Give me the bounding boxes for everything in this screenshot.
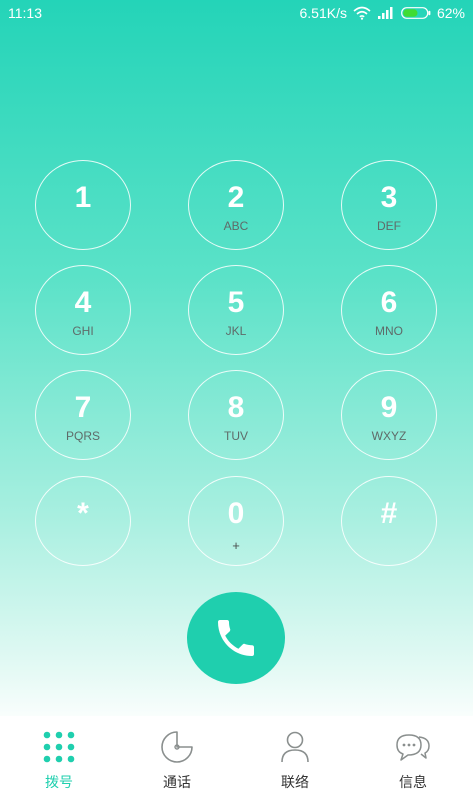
key-digit: 7 (74, 391, 92, 424)
dialer-screen: 11:13 6.51K/s 62% 1 2 ABC 3 DEF 4 GHI 5 … (0, 0, 473, 793)
network-speed: 6.51K/s (299, 5, 347, 21)
call-button[interactable] (187, 592, 285, 684)
contacts-icon (281, 731, 309, 763)
key-letters: PQRS (65, 429, 100, 443)
key-letters: GHI (72, 324, 94, 338)
key-digit: 8 (227, 391, 245, 424)
dial-key-7[interactable]: 7 PQRS (35, 370, 131, 460)
battery-percent: 62% (436, 5, 465, 21)
messages-icon (396, 734, 430, 761)
key-letters: DEF (377, 219, 401, 233)
key-digit: 6 (380, 286, 398, 319)
key-digit: 5 (227, 286, 245, 319)
key-letters: ABC (223, 219, 249, 233)
key-letters: MNO (375, 324, 403, 338)
dialpad-icon (43, 731, 75, 763)
nav-dialpad[interactable]: 拨号 (0, 716, 118, 793)
bottom-nav: 拨号 通话 联络 信息 (0, 716, 473, 793)
nav-messages[interactable]: 信息 (354, 716, 472, 793)
nav-contacts[interactable]: 联络 (236, 716, 354, 793)
wifi-icon (353, 6, 371, 20)
nav-label-call-log: 通话 (163, 775, 191, 791)
key-digit: 0 (227, 497, 245, 530)
key-digit: 9 (380, 391, 398, 424)
phone-icon (218, 620, 254, 656)
key-digit: 2 (227, 181, 245, 214)
dial-key-8[interactable]: 8 TUV (188, 370, 284, 460)
status-bar: 11:13 6.51K/s 62% (0, 0, 473, 26)
nav-call-log[interactable]: 通话 (118, 716, 236, 793)
key-digit: # (380, 497, 398, 530)
nav-label-messages: 信息 (399, 775, 427, 791)
dial-key-star[interactable]: * (35, 476, 131, 566)
key-digit: * (77, 497, 89, 530)
dial-key-4[interactable]: 4 GHI (35, 265, 131, 355)
battery-icon (401, 7, 431, 19)
key-digit: 1 (74, 181, 92, 214)
dial-key-hash[interactable]: # (341, 476, 437, 566)
dial-key-5[interactable]: 5 JKL (188, 265, 284, 355)
key-letters: TUV (224, 429, 248, 443)
status-indicators: 6.51K/s 62% (299, 5, 465, 21)
key-letters: WXYZ (371, 429, 407, 443)
key-digit: 4 (74, 286, 92, 319)
call-log-icon (161, 731, 193, 763)
dial-key-1[interactable]: 1 (35, 160, 131, 250)
key-letters: + (232, 538, 240, 553)
key-digit: 3 (380, 181, 398, 214)
signal-icon (377, 7, 393, 19)
key-letters: JKL (225, 324, 247, 338)
dial-key-2[interactable]: 2 ABC (188, 160, 284, 250)
nav-label-dialpad: 拨号 (45, 775, 73, 791)
dial-key-3[interactable]: 3 DEF (341, 160, 437, 250)
status-time: 11:13 (8, 5, 42, 21)
dial-key-6[interactable]: 6 MNO (341, 265, 437, 355)
nav-label-contacts: 联络 (281, 775, 309, 791)
dial-key-0[interactable]: 0 + (188, 476, 284, 566)
dial-key-9[interactable]: 9 WXYZ (341, 370, 437, 460)
